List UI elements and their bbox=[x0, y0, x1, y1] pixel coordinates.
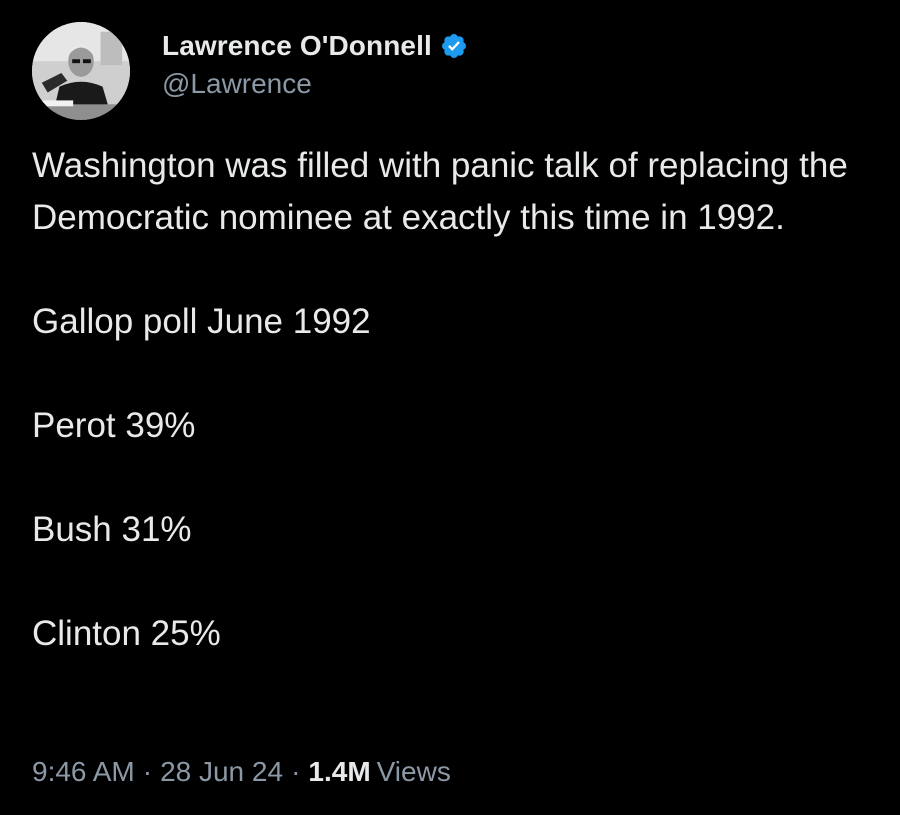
author-handle[interactable]: @Lawrence bbox=[162, 68, 312, 100]
author-avatar[interactable] bbox=[32, 22, 130, 120]
tweet-date[interactable]: 28 Jun 24 bbox=[160, 756, 283, 788]
tweet-paragraph: Gallop poll June 1992 bbox=[32, 302, 371, 341]
tweet-metadata: 9:46 AM · 28 Jun 24 · 1.4M Views bbox=[32, 756, 451, 788]
views-label: Views bbox=[376, 756, 451, 787]
tweet-paragraph: Clinton 25% bbox=[32, 614, 221, 653]
meta-separator: · bbox=[142, 756, 153, 787]
meta-separator: · bbox=[291, 756, 301, 787]
author-display-name[interactable]: Lawrence O'Donnell bbox=[162, 30, 432, 62]
tweet-paragraph: Bush 31% bbox=[32, 510, 192, 549]
tweet-text: Washington was filled with panic talk of… bbox=[32, 140, 882, 660]
tweet-paragraph: Perot 39% bbox=[32, 406, 196, 445]
tweet-card: Lawrence O'Donnell @Lawrence Washington … bbox=[0, 0, 900, 815]
verified-badge-icon bbox=[440, 32, 468, 60]
tweet-time[interactable]: 9:46 AM bbox=[32, 756, 135, 788]
tweet-paragraph: Washington was filled with panic talk of… bbox=[32, 146, 848, 237]
views-count[interactable]: 1.4M bbox=[308, 756, 370, 788]
author-name-row: Lawrence O'Donnell bbox=[162, 28, 468, 64]
avatar-photo-icon bbox=[32, 22, 130, 120]
